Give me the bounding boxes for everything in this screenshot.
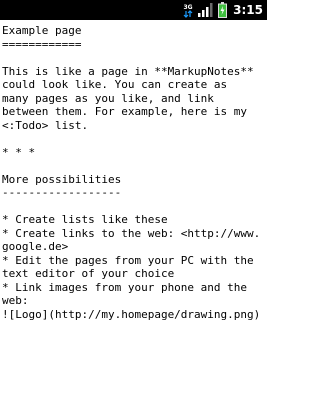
note-line: * Create links to the web: <http://www. [2,226,261,240]
3g-data-icon: 3G [183,2,193,18]
note-line: web: [2,294,29,307]
signal-strength-icon [198,3,213,17]
note-line: between them. For example, here is my [2,105,248,118]
status-bar: 3G 3:15 [0,0,267,20]
note-line: * Link images from your phone and the [2,280,248,294]
note-line: ------------------ [2,186,122,199]
battery-charging-icon [218,2,228,18]
note-body: Example page ============ This is like a… [2,24,265,321]
status-icons: 3G 3:15 [183,0,263,20]
note-line: * Create lists like these [2,213,168,226]
note-line: Example page [2,24,82,37]
note-content[interactable]: Example page ============ This is like a… [2,24,265,396]
note-line: ![Logo](http://my.homepage/drawing.png) [2,307,261,321]
status-clock: 3:15 [233,3,263,17]
note-line: * Edit the pages from your PC with the [2,253,254,267]
3g-label: 3G [184,4,193,11]
note-line: could look like. You can create as [2,78,228,91]
note-line: This is like a page in **MarkupNotes** [2,64,254,78]
note-line: text editor of your choice [2,267,175,280]
note-line: More possibilities [2,172,122,186]
note-line: ============ [2,37,82,51]
note-line: * * * [2,145,36,159]
note-line: google.de> [2,240,69,253]
note-line: <:Todo> list. [2,118,89,132]
note-line: many pages as you like, and link [2,91,214,105]
